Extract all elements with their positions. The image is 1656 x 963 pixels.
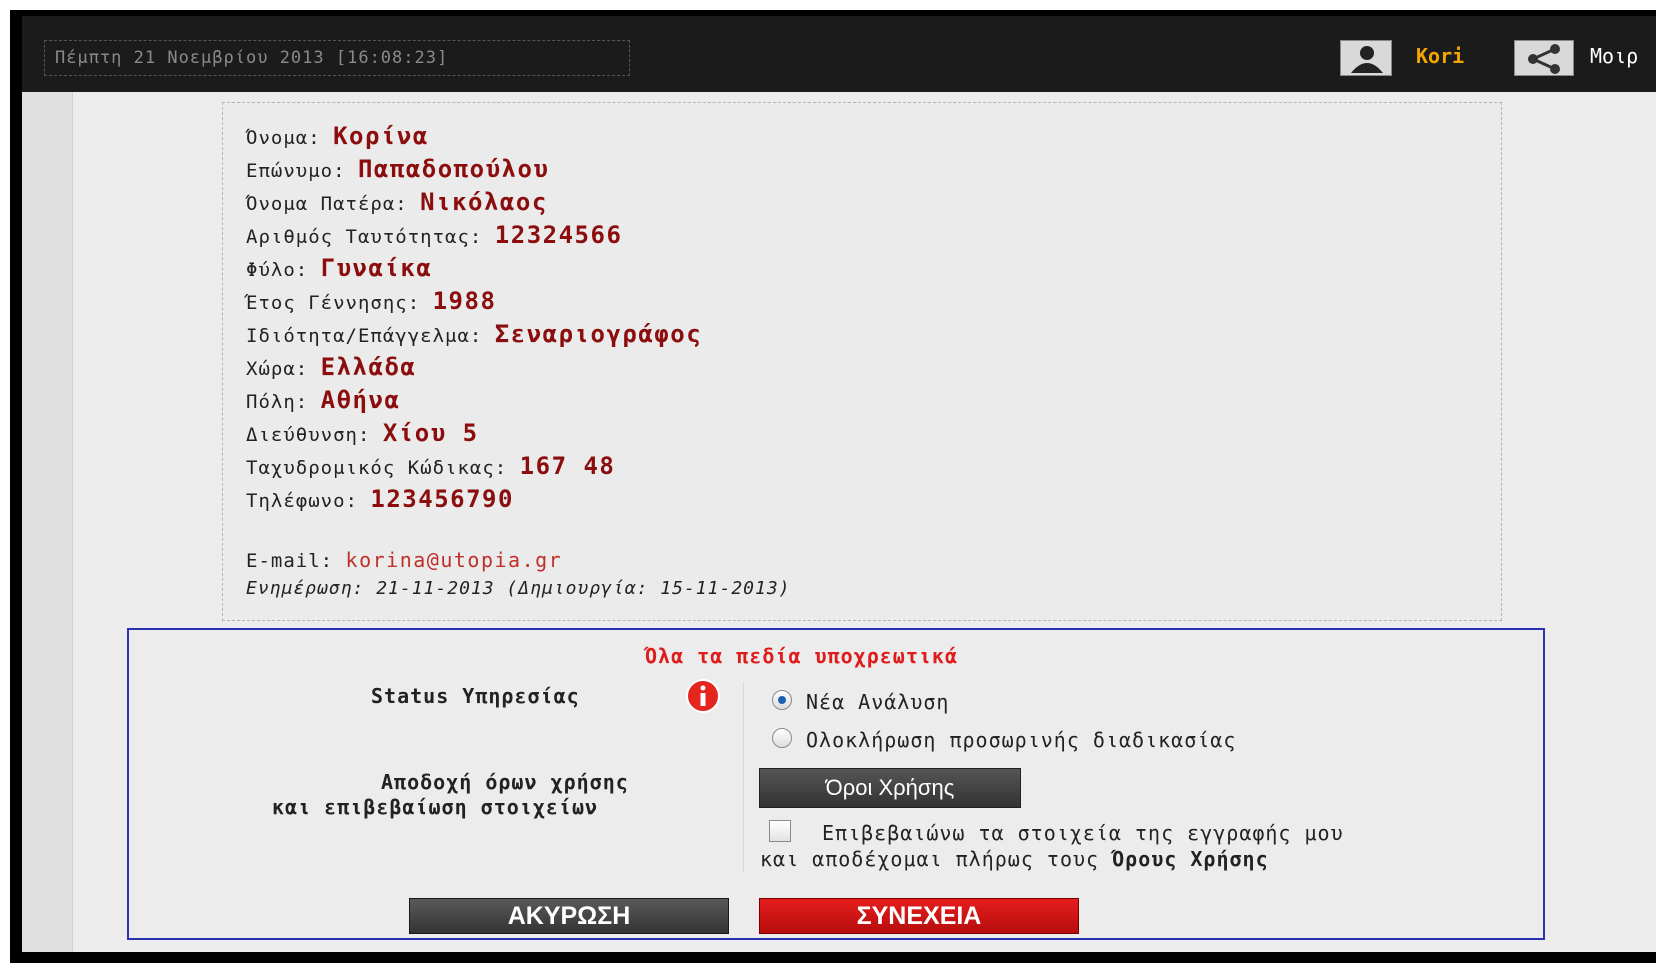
required-fields-note: Όλα τα πεδία υποχρεωτικά — [645, 644, 958, 668]
cancel-button[interactable]: ΑΚΥΡΩΣΗ — [409, 898, 729, 934]
field-gender: Φύλο: Γυναίκα — [246, 254, 433, 282]
update-info: Ενημέρωση: 21-11-2013 (Δημιουργία: 15-11… — [246, 578, 791, 599]
field-last-name: Επώνυμο: Παπαδοπούλου — [246, 155, 550, 183]
field-city: Πόλη: Αθήνα — [246, 386, 401, 414]
user-icon[interactable] — [1340, 40, 1392, 76]
terms-of-use-button[interactable]: Όροι Χρήσης — [759, 768, 1021, 808]
field-occupation: Ιδιότητα/Επάγγελμα: Σεναριογράφος — [246, 320, 703, 348]
status-radio-complete[interactable] — [772, 728, 792, 748]
terms-label-line1: Αποδοχή όρων χρήσης — [381, 770, 629, 794]
continue-button[interactable]: ΣΥΝΕΧΕΙΑ — [759, 898, 1079, 934]
form-divider — [743, 682, 744, 872]
info-icon[interactable] — [677, 678, 729, 714]
field-birth-year: Έτος Γέννησης: 1988 — [246, 287, 497, 315]
username-link[interactable]: Kori — [1416, 44, 1464, 68]
field-first-name: Όνομα: Κορίνα — [246, 122, 429, 150]
field-id-number: Αριθμός Ταυτότητας: 12324566 — [246, 221, 623, 249]
share-link[interactable]: Μοιρ — [1590, 44, 1638, 68]
confirm-text: Επιβεβαιώνω τα στοιχεία της εγγραφής μου… — [760, 821, 1344, 871]
field-father-name: Όνομα Πατέρα: Νικόλαος — [246, 188, 548, 216]
field-postal-code: Ταχυδρομικός Κώδικας: 167 48 — [246, 452, 616, 480]
share-icon[interactable] — [1514, 40, 1574, 76]
status-label: Status Υπηρεσίας — [371, 684, 580, 708]
field-phone: Τηλέφωνο: 123456790 — [246, 485, 514, 513]
terms-label-line2: και επιβεβαίωση στοιχείων — [272, 795, 599, 819]
left-strip — [22, 92, 73, 952]
email-link[interactable]: korina@utopia.gr — [346, 548, 563, 572]
date-time-display: Πέμπτη 21 Νοεμβρίου 2013 [16:08:23] — [44, 40, 630, 76]
status-radio-new[interactable] — [772, 690, 792, 710]
status-option-complete: Ολοκλήρωση προσωρινής διαδικασίας — [806, 728, 1237, 752]
status-option-new: Νέα Ανάλυση — [806, 690, 950, 714]
field-address: Διεύθυνση: Χίου 5 — [246, 419, 479, 447]
field-email: E-mail: korina@utopia.gr — [246, 548, 563, 572]
field-country: Χώρα: Ελλάδα — [246, 353, 417, 381]
